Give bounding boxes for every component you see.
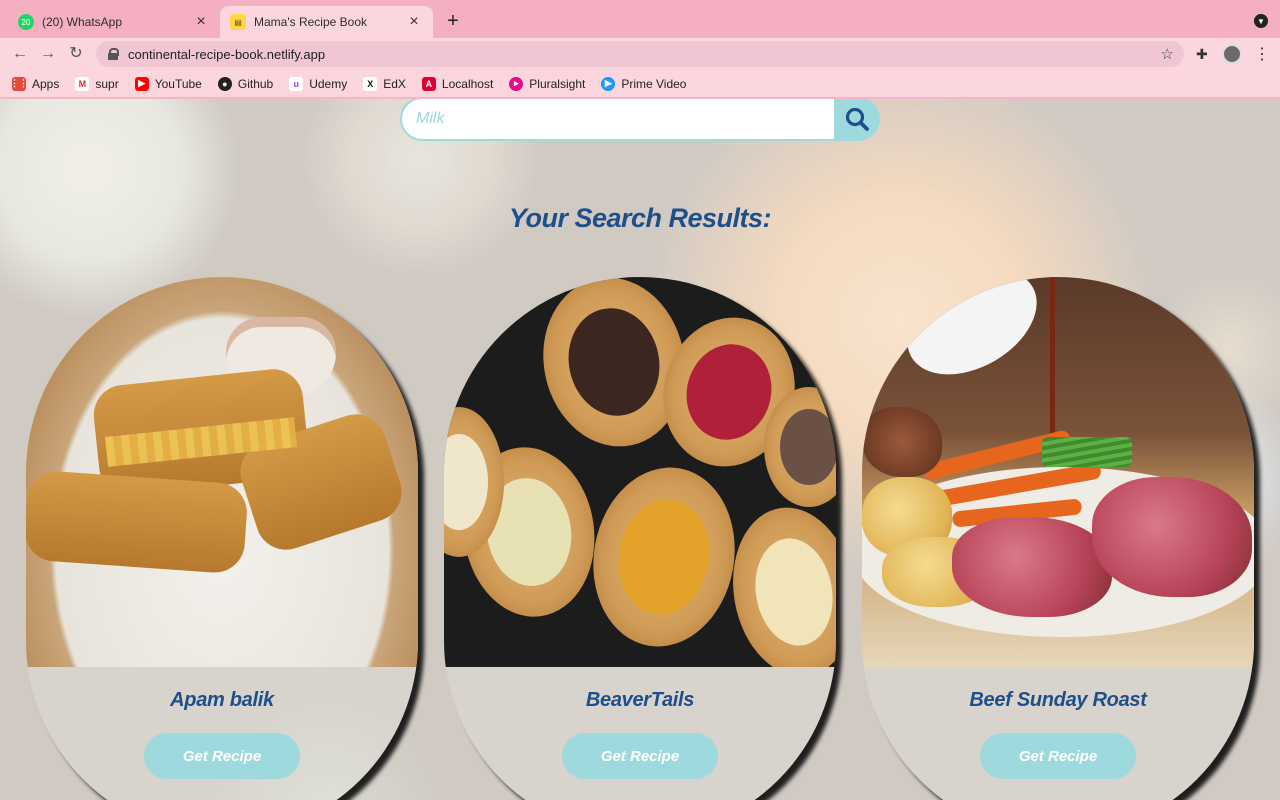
tab-recipe-book[interactable]: ▤ Mama's Recipe Book ×: [220, 6, 433, 38]
tab-title: (20) WhatsApp: [42, 15, 123, 29]
bookmark-supr[interactable]: M supr: [75, 76, 119, 91]
tab-search-icon[interactable]: ▼: [1254, 14, 1268, 28]
bookmark-label: EdX: [383, 76, 406, 91]
new-tab-button[interactable]: +: [442, 10, 464, 32]
browser-toolbar: ← → ↻ continental-recipe-book.netlify.ap…: [0, 38, 1280, 70]
bookmark-label: supr: [95, 76, 119, 91]
forward-arrow-icon[interactable]: →: [36, 42, 60, 66]
search-bar: [400, 99, 880, 141]
github-icon: ●: [217, 76, 232, 91]
udemy-icon: u: [289, 76, 304, 91]
get-recipe-button[interactable]: Get Recipe: [980, 733, 1136, 779]
recipe-book-icon: ▤: [230, 14, 246, 30]
search-button[interactable]: [834, 99, 880, 141]
tab-whatsapp[interactable]: 20 (20) WhatsApp ×: [8, 6, 220, 38]
recipe-image: [26, 277, 418, 667]
recipe-name: BeaverTails: [585, 689, 695, 711]
search-icon: [845, 107, 869, 131]
close-icon[interactable]: ×: [192, 13, 210, 31]
star-icon[interactable]: ☆: [1161, 45, 1174, 63]
bookmark-edx[interactable]: X EdX: [363, 76, 406, 91]
url-text: continental-recipe-book.netlify.app: [128, 46, 326, 62]
bookmark-apps[interactable]: ⋮⋮ Apps: [10, 76, 60, 91]
recipe-page: Your Search Results: Apam balik Get Reci…: [0, 99, 1280, 800]
bookmark-label: Apps: [32, 76, 60, 91]
bookmark-label: Github: [237, 76, 274, 91]
back-arrow-icon[interactable]: ←: [8, 42, 32, 66]
bookmark-label: Udemy: [309, 76, 348, 91]
bookmark-label: YouTube: [154, 76, 202, 91]
recipe-name: Beef Sunday Roast: [969, 689, 1147, 711]
lock-icon: [108, 48, 119, 60]
recipe-image: [444, 277, 836, 667]
bookmark-pluralsight[interactable]: ▸ Pluralsight: [509, 76, 586, 91]
get-recipe-button[interactable]: Get Recipe: [562, 733, 718, 779]
recipe-card-beef-sunday-roast: Beef Sunday Roast Get Recipe: [862, 277, 1254, 800]
apps-grid-icon: ⋮⋮: [10, 76, 28, 91]
bookmarks-bar: ⋮⋮ Apps M supr ▶ YouTube ● Github u Udem…: [0, 70, 1280, 98]
reload-icon[interactable]: ↻: [64, 42, 88, 66]
bookmark-localhost[interactable]: A Localhost: [421, 76, 494, 91]
bookmark-udemy[interactable]: u Udemy: [289, 76, 348, 91]
recipe-card-apam-balik: Apam balik Get Recipe: [26, 277, 418, 800]
address-bar[interactable]: continental-recipe-book.netlify.app ☆: [96, 41, 1184, 67]
bookmark-github[interactable]: ● Github: [217, 76, 274, 91]
get-recipe-button[interactable]: Get Recipe: [144, 733, 300, 779]
tab-title: Mama's Recipe Book: [254, 15, 368, 29]
browser-tab-bar: 20 (20) WhatsApp × ▤ Mama's Recipe Book …: [0, 0, 1280, 38]
bookmark-label: Localhost: [441, 76, 494, 91]
angular-icon: A: [421, 76, 436, 91]
pluralsight-icon: ▸: [509, 76, 524, 91]
whatsapp-icon: 20: [18, 14, 34, 30]
youtube-icon: ▶: [134, 76, 149, 91]
gmail-icon: M: [75, 76, 90, 91]
avatar[interactable]: [1222, 44, 1242, 64]
bookmark-youtube[interactable]: ▶ YouTube: [134, 76, 202, 91]
extensions-icon[interactable]: ✚: [1196, 46, 1208, 63]
recipe-card-beavertails: BeaverTails Get Recipe: [444, 277, 836, 800]
recipe-name: Apam balik: [170, 689, 274, 711]
bookmark-label: Pluralsight: [529, 76, 586, 91]
results-title: Your Search Results:: [508, 203, 772, 233]
close-icon[interactable]: ×: [405, 13, 423, 31]
prime-video-icon: ▶: [601, 76, 616, 91]
bookmark-label: Prime Video: [621, 76, 687, 91]
recipe-image: [862, 277, 1254, 667]
menu-kebab-icon[interactable]: ⋮: [1254, 44, 1270, 64]
bookmark-prime-video[interactable]: ▶ Prime Video: [601, 76, 687, 91]
search-input[interactable]: [400, 99, 836, 141]
edx-icon: X: [363, 76, 378, 91]
